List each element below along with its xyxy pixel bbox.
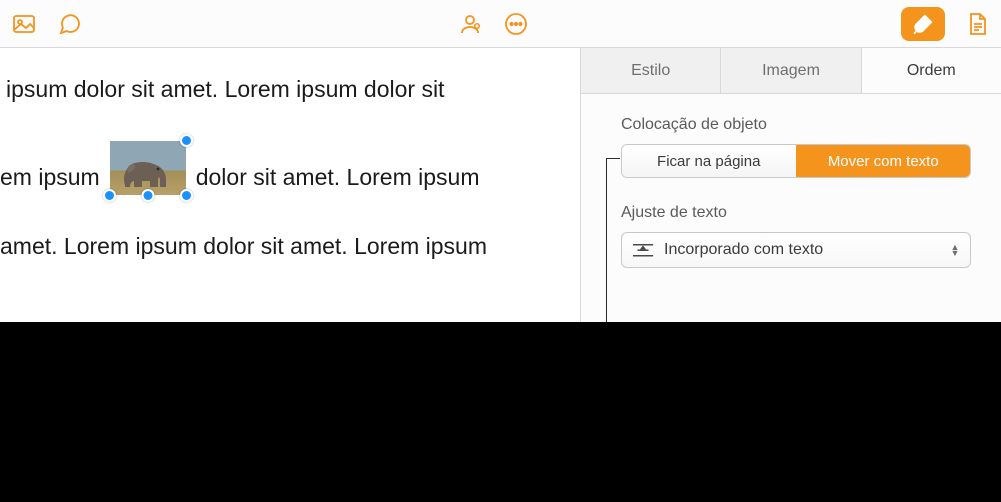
document-text: em ipsum dolor sit amet. Lorem ipsum	[0, 141, 562, 195]
comment-icon[interactable]	[56, 10, 84, 38]
inline-image[interactable]	[110, 141, 186, 195]
text-wrap-label: Ajuste de texto	[621, 204, 971, 222]
chevron-updown-icon: ▲▼	[948, 244, 962, 256]
selection-handle[interactable]	[180, 189, 193, 202]
collaborate-icon[interactable]	[456, 10, 484, 38]
selection-handle[interactable]	[180, 134, 193, 147]
inspector-sidebar: Estilo Imagem Ordem Colocação de objeto …	[581, 48, 1001, 322]
document-icon[interactable]	[963, 10, 991, 38]
selection-handle[interactable]	[103, 189, 116, 202]
selection-handle[interactable]	[141, 189, 154, 202]
text-wrap-dropdown[interactable]: Incorporado com texto ▲▼	[621, 232, 971, 268]
placement-stay-button[interactable]: Ficar na página	[622, 145, 796, 177]
format-brush-icon[interactable]	[901, 7, 945, 41]
tab-style[interactable]: Estilo	[581, 48, 721, 93]
more-icon[interactable]	[502, 10, 530, 38]
media-icon[interactable]	[10, 10, 38, 38]
callout-line	[606, 158, 607, 322]
document-text: amet. Lorem ipsum dolor sit amet. Lorem …	[0, 229, 562, 264]
document-canvas[interactable]: ipsum dolor sit amet. Lorem ipsum dolor …	[0, 48, 581, 322]
tab-order[interactable]: Ordem	[862, 48, 1001, 93]
document-text: ipsum dolor sit amet. Lorem ipsum dolor …	[0, 72, 562, 107]
object-placement-label: Colocação de objeto	[621, 116, 971, 134]
toolbar	[0, 0, 1001, 48]
document-text-fragment: em ipsum	[0, 160, 100, 195]
tab-image[interactable]: Imagem	[721, 48, 861, 93]
placement-move-button[interactable]: Mover com texto	[796, 145, 971, 177]
object-placement-segmented: Ficar na página Mover com texto	[621, 144, 971, 178]
inspector-tabs: Estilo Imagem Ordem	[581, 48, 1001, 94]
callout-line	[606, 158, 620, 159]
text-wrap-value: Incorporado com texto	[664, 241, 938, 259]
document-text-fragment: dolor sit amet. Lorem ipsum	[196, 160, 480, 195]
elephant-graphic	[120, 155, 170, 191]
inline-wrap-icon	[632, 241, 654, 259]
